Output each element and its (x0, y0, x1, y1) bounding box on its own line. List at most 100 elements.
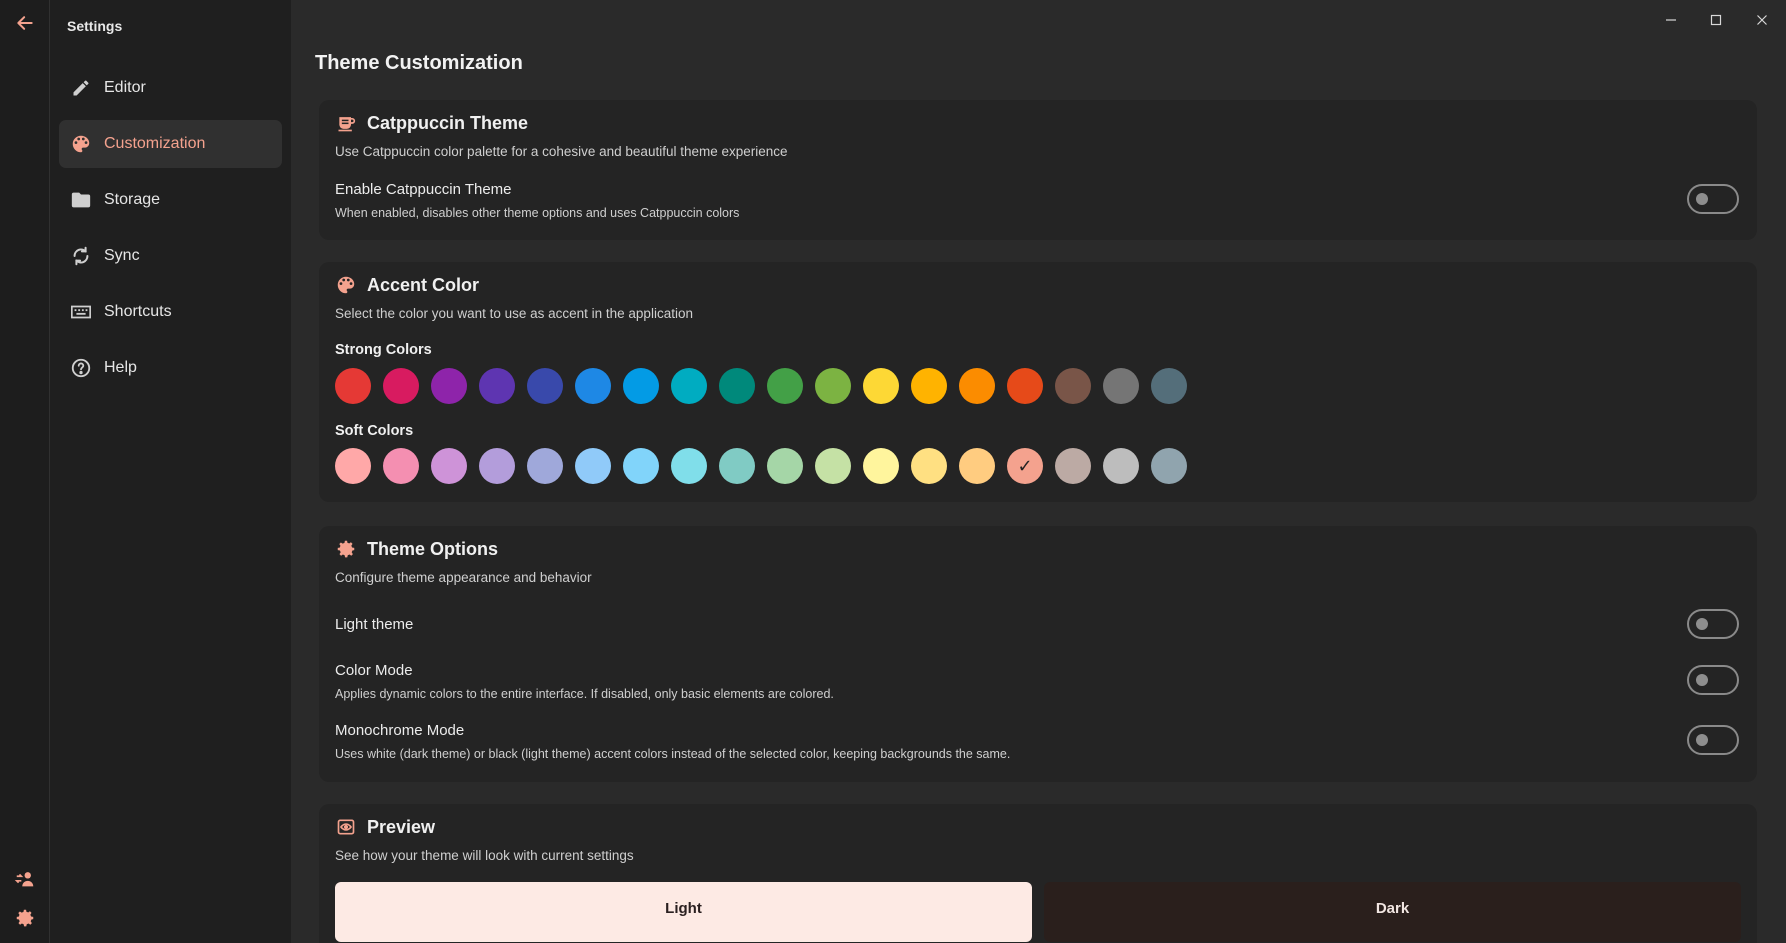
soft-color-swatch[interactable] (767, 448, 803, 484)
monochrome-mode-label: Monochrome Mode (335, 722, 465, 739)
keyboard-icon (69, 300, 93, 324)
checkmark-icon: ✓ (1017, 455, 1033, 476)
catppuccin-card: Catppuccin Theme Use Catppuccin color pa… (319, 100, 1757, 240)
sync-icon (69, 244, 93, 268)
strong-color-swatch[interactable] (719, 368, 755, 404)
palette-icon (69, 132, 93, 156)
dark-preview: Dark (1044, 882, 1741, 942)
sidebar-item-editor[interactable]: Editor (59, 64, 282, 112)
card-description: Select the color you want to use as acce… (335, 306, 693, 321)
soft-color-swatch[interactable] (959, 448, 995, 484)
app-window: Settings Editor Customization Storage Sy… (0, 0, 1786, 943)
preview-card: Preview See how your theme will look wit… (319, 804, 1757, 943)
sidebar-item-label: Customization (104, 135, 206, 152)
account-switch-icon[interactable] (12, 866, 38, 892)
soft-color-swatch[interactable] (431, 448, 467, 484)
card-title: Catppuccin Theme (367, 112, 529, 133)
sidebar-item-sync[interactable]: Sync (59, 232, 282, 280)
preview-eye-icon (335, 816, 357, 838)
monochrome-mode-subtext: Uses white (dark theme) or black (light … (335, 747, 1011, 761)
strong-color-swatch[interactable] (959, 368, 995, 404)
strong-color-swatch[interactable] (623, 368, 659, 404)
sidebar-item-shortcuts[interactable]: Shortcuts (59, 288, 282, 336)
light-preview: Light (335, 882, 1032, 942)
strong-color-swatch[interactable] (335, 368, 371, 404)
card-title: Theme Options (367, 538, 499, 559)
strong-color-swatch[interactable] (383, 368, 419, 404)
strong-color-swatch[interactable] (1103, 368, 1139, 404)
strong-color-swatch[interactable] (1151, 368, 1187, 404)
icon-rail (0, 0, 50, 943)
strong-color-swatch[interactable] (527, 368, 563, 404)
card-description: See how your theme will look with curren… (335, 848, 634, 863)
strong-color-swatch[interactable] (767, 368, 803, 404)
sidebar-item-storage[interactable]: Storage (59, 176, 282, 224)
card-header: Accent Color (335, 272, 479, 298)
soft-color-swatch[interactable] (527, 448, 563, 484)
strong-colors-heading: Strong Colors (335, 342, 432, 358)
sidebar-item-help[interactable]: Help (59, 344, 282, 392)
sidebar-item-label: Storage (104, 191, 161, 208)
soft-color-swatch[interactable]: ✓ (1007, 448, 1043, 484)
strong-color-swatch[interactable] (863, 368, 899, 404)
strong-color-swatch[interactable] (1055, 368, 1091, 404)
light-theme-label: Light theme (335, 616, 414, 633)
strong-color-swatch[interactable] (575, 368, 611, 404)
gear-icon (335, 538, 357, 560)
sidebar-title: Settings (67, 18, 123, 34)
back-arrow-icon[interactable] (12, 10, 38, 36)
soft-color-swatch[interactable] (671, 448, 707, 484)
strong-color-swatch[interactable] (479, 368, 515, 404)
pencil-icon (69, 76, 93, 100)
main-content: Theme Customization Catppuccin Theme Use… (291, 0, 1786, 943)
settings-gear-icon[interactable] (12, 905, 38, 931)
accent-color-card: Accent Color Select the color you want t… (319, 262, 1757, 502)
catppuccin-toggle[interactable] (1687, 184, 1739, 214)
sidebar-item-label: Shortcuts (104, 303, 172, 320)
sidebar-item-label: Sync (104, 247, 140, 264)
strong-color-swatch[interactable] (815, 368, 851, 404)
close-icon[interactable] (1747, 8, 1777, 32)
soft-color-swatch[interactable] (335, 448, 371, 484)
soft-color-swatch[interactable] (911, 448, 947, 484)
theme-options-card: Theme Options Configure theme appearance… (319, 526, 1757, 782)
card-header: Catppuccin Theme (335, 110, 528, 136)
soft-color-swatch[interactable] (1151, 448, 1187, 484)
soft-color-swatch[interactable] (1103, 448, 1139, 484)
soft-color-swatch[interactable] (863, 448, 899, 484)
soft-color-swatch[interactable] (623, 448, 659, 484)
soft-color-swatch[interactable] (575, 448, 611, 484)
help-icon (69, 356, 93, 380)
strong-color-swatch[interactable] (431, 368, 467, 404)
soft-color-swatch[interactable] (1055, 448, 1091, 484)
sidebar-item-label: Editor (104, 79, 146, 96)
monochrome-mode-toggle[interactable] (1687, 725, 1739, 755)
soft-color-swatch[interactable] (719, 448, 755, 484)
light-theme-toggle[interactable] (1687, 609, 1739, 639)
soft-color-swatch[interactable] (383, 448, 419, 484)
color-mode-subtext: Applies dynamic colors to the entire int… (335, 687, 834, 701)
strong-color-swatch[interactable] (1007, 368, 1043, 404)
page-title: Theme Customization (315, 52, 523, 74)
soft-color-swatch[interactable] (479, 448, 515, 484)
card-header: Theme Options (335, 536, 498, 562)
strong-color-swatch[interactable] (671, 368, 707, 404)
settings-sidebar: Settings Editor Customization Storage Sy… (50, 0, 291, 943)
sidebar-item-customization[interactable]: Customization (59, 120, 282, 168)
dark-preview-label: Dark (1375, 900, 1410, 917)
color-mode-toggle[interactable] (1687, 665, 1739, 695)
folder-icon (69, 188, 93, 212)
card-title: Preview (367, 816, 436, 837)
light-preview-label: Light (665, 900, 702, 917)
card-header: Preview (335, 814, 435, 840)
minimize-icon[interactable] (1656, 8, 1686, 32)
color-mode-label: Color Mode (335, 662, 413, 679)
maximize-icon[interactable] (1701, 8, 1731, 32)
strong-colors-row (335, 368, 1187, 404)
soft-colors-heading: Soft Colors (335, 423, 414, 439)
coffee-cup-icon (335, 112, 357, 134)
palette-icon (335, 274, 357, 296)
strong-color-swatch[interactable] (911, 368, 947, 404)
soft-color-swatch[interactable] (815, 448, 851, 484)
card-title: Accent Color (367, 274, 480, 295)
